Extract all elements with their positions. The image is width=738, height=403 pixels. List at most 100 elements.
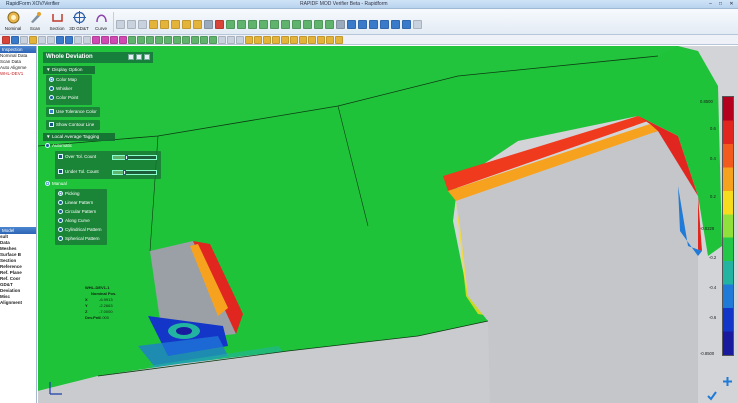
toolbar-icon[interactable]	[92, 36, 100, 44]
toolbar-icon[interactable]	[191, 36, 199, 44]
toolbar-icon[interactable]	[38, 36, 46, 44]
tool-icon[interactable]	[204, 20, 213, 29]
maximize-icon[interactable]: □	[716, 1, 725, 8]
over-tol-count-checkbox[interactable]: Over Tol. Count	[58, 153, 96, 160]
picking-radio[interactable]: Picking	[58, 190, 80, 197]
toolbar-icon[interactable]	[335, 36, 343, 44]
color-point-radio[interactable]: Color Point	[49, 94, 78, 101]
automatic-radio[interactable]: Automatic	[45, 142, 72, 149]
report-icon[interactable]	[380, 20, 389, 29]
toolbar-icon[interactable]	[65, 36, 73, 44]
tool-icon[interactable]	[336, 20, 345, 29]
toolbar-icon[interactable]	[137, 36, 145, 44]
deviation-color-bar[interactable]	[722, 96, 734, 356]
align-icon[interactable]	[193, 20, 202, 29]
view-icon[interactable]	[138, 20, 147, 29]
toolbar-icon[interactable]	[326, 36, 334, 44]
toolbar-icon[interactable]	[164, 36, 172, 44]
show-contour-line-checkbox[interactable]: Show Contour Line	[49, 121, 94, 128]
measure-icon[interactable]	[325, 20, 334, 29]
toolbar-icon[interactable]	[200, 36, 208, 44]
toolbar-icon[interactable]	[290, 36, 298, 44]
circular-pattern-radio[interactable]: Circular Pattern	[58, 208, 96, 215]
toolbar-icon[interactable]	[155, 36, 163, 44]
scan-button[interactable]: Scan	[24, 10, 46, 34]
toolbar-icon[interactable]	[308, 36, 316, 44]
toolbar-icon[interactable]	[83, 36, 91, 44]
tree-header-model[interactable]: Model	[0, 227, 36, 234]
toolbar-icon[interactable]	[110, 36, 118, 44]
curve-button[interactable]: Curve	[90, 10, 112, 34]
close-icon[interactable]: ✕	[727, 1, 736, 8]
local-average-section[interactable]: ▼ Local Average Tagging	[43, 133, 115, 141]
report-icon[interactable]	[347, 20, 356, 29]
toolbar-icon[interactable]	[281, 36, 289, 44]
report-icon[interactable]	[358, 20, 367, 29]
measure-icon[interactable]	[281, 20, 290, 29]
measure-icon[interactable]	[314, 20, 323, 29]
toolbar-icon[interactable]	[245, 36, 253, 44]
manual-radio[interactable]: Manual	[45, 180, 67, 187]
toolbar-icon[interactable]	[101, 36, 109, 44]
toolbar-icon[interactable]	[29, 36, 37, 44]
toolbar-icon[interactable]	[218, 36, 226, 44]
measure-icon[interactable]	[270, 20, 279, 29]
section-button[interactable]: Section	[46, 10, 68, 34]
tree-header-inspection[interactable]: Inspection	[0, 46, 36, 53]
under-tol-count-checkbox[interactable]: Under Tol. Count	[58, 168, 99, 175]
toolbar-icon[interactable]	[146, 36, 154, 44]
toolbar-icon[interactable]	[11, 36, 19, 44]
toolbar-icon[interactable]	[272, 36, 280, 44]
report-icon[interactable]	[391, 20, 400, 29]
color-map-radio[interactable]: Color Map	[49, 76, 77, 83]
whisker-radio[interactable]: Whisker	[49, 85, 72, 92]
cylindrical-pattern-radio[interactable]: Cylindrical Pattern	[58, 226, 102, 233]
deviation-annotation[interactable]: WHL-DEV1-1 Nominal Pos. X -6.9913 Y -2.266…	[85, 285, 124, 327]
measure-icon[interactable]	[259, 20, 268, 29]
toolbar-icon[interactable]	[74, 36, 82, 44]
save-icon[interactable]	[128, 54, 134, 60]
measure-icon[interactable]	[292, 20, 301, 29]
toolbar-icon[interactable]	[209, 36, 217, 44]
report-icon[interactable]	[369, 20, 378, 29]
measure-icon[interactable]	[237, 20, 246, 29]
tool-icon[interactable]	[215, 20, 224, 29]
under-tol-count-slider[interactable]	[112, 170, 157, 175]
view-icon[interactable]	[127, 20, 136, 29]
toolbar-icon[interactable]	[119, 36, 127, 44]
view-icon[interactable]	[116, 20, 125, 29]
measure-icon[interactable]	[303, 20, 312, 29]
tree-item-alignment[interactable]: Alignment	[0, 300, 36, 306]
toolbar-icon[interactable]	[299, 36, 307, 44]
toolbar-icon[interactable]	[263, 36, 271, 44]
report-icon[interactable]	[402, 20, 411, 29]
toolbar-icon[interactable]	[173, 36, 181, 44]
use-tolerance-color-checkbox[interactable]: Use Tolerance Color	[49, 108, 97, 115]
tool-icon[interactable]	[413, 20, 422, 29]
slider-handle[interactable]	[125, 155, 128, 160]
toolbar-icon[interactable]	[56, 36, 64, 44]
over-tol-count-slider[interactable]	[112, 155, 157, 160]
slider-handle[interactable]	[123, 170, 126, 175]
align-icon[interactable]	[171, 20, 180, 29]
toolbar-icon[interactable]	[317, 36, 325, 44]
gdt-button[interactable]: 3D GD&T	[68, 10, 90, 34]
measure-icon[interactable]	[248, 20, 257, 29]
add-icon[interactable]	[722, 376, 733, 387]
linear-pattern-radio[interactable]: Linear Pattern	[58, 199, 93, 206]
along-curve-radio[interactable]: Along Curve	[58, 217, 90, 224]
confirm-icon[interactable]	[706, 390, 717, 401]
toolbar-icon[interactable]	[20, 36, 28, 44]
minimize-icon[interactable]: –	[706, 1, 715, 8]
measure-icon[interactable]	[226, 20, 235, 29]
toolbar-icon[interactable]	[2, 36, 10, 44]
toolbar-icon[interactable]	[236, 36, 244, 44]
display-option-section[interactable]: ▼ Display Option	[43, 66, 95, 74]
toolbar-icon[interactable]	[182, 36, 190, 44]
nominal-button[interactable]: Nominal	[2, 10, 24, 34]
close-icon[interactable]	[144, 54, 150, 60]
apply-icon[interactable]	[136, 54, 142, 60]
toolbar-icon[interactable]	[227, 36, 235, 44]
align-icon[interactable]	[182, 20, 191, 29]
toolbar-icon[interactable]	[254, 36, 262, 44]
